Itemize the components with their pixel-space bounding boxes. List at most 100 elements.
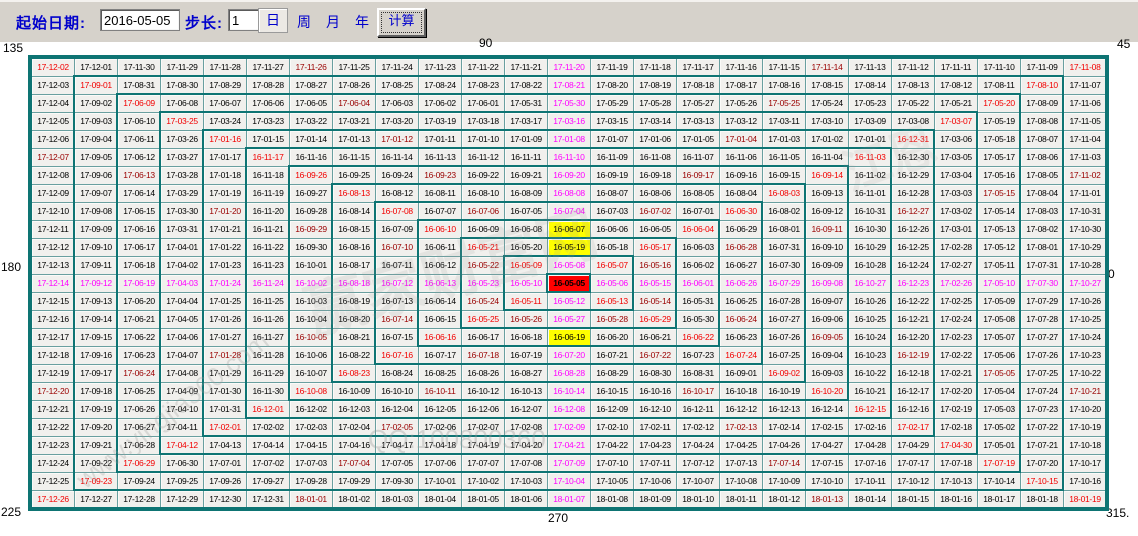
date-cell[interactable]: 17-04-17 <box>375 436 419 455</box>
date-cell[interactable]: 17-05-16 <box>977 166 1021 185</box>
calculate-button[interactable]: 计算 <box>377 8 426 37</box>
date-cell[interactable]: 16-10-17 <box>676 382 720 401</box>
date-cell[interactable]: 17-04-08 <box>160 364 204 383</box>
date-cell[interactable]: 17-11-04 <box>1063 130 1107 149</box>
date-cell[interactable]: 17-01-26 <box>203 310 247 329</box>
date-cell[interactable]: 17-08-30 <box>160 76 204 95</box>
date-cell[interactable]: 17-08-22 <box>504 76 548 95</box>
date-cell[interactable]: 16-11-01 <box>848 184 892 203</box>
date-cell[interactable]: 17-06-09 <box>117 94 161 113</box>
date-cell[interactable]: 17-09-15 <box>74 328 118 347</box>
date-cell[interactable]: 17-11-10 <box>977 58 1021 77</box>
date-cell[interactable]: 17-01-09 <box>504 130 548 149</box>
date-cell[interactable]: 17-09-04 <box>74 130 118 149</box>
date-cell[interactable]: 16-08-25 <box>418 364 462 383</box>
date-cell[interactable]: 16-09-01 <box>719 364 763 383</box>
date-cell[interactable]: 18-01-16 <box>934 490 978 509</box>
date-cell[interactable]: 16-09-16 <box>719 166 763 185</box>
date-cell[interactable]: 17-05-06 <box>977 346 1021 365</box>
date-cell[interactable]: 17-10-01 <box>418 472 462 491</box>
date-cell[interactable]: 17-03-10 <box>805 112 849 131</box>
date-cell[interactable]: 16-12-12 <box>719 400 763 419</box>
date-cell[interactable]: 17-01-10 <box>461 130 505 149</box>
date-cell[interactable]: 17-07-04 <box>332 454 376 473</box>
date-cell[interactable]: 17-09-08 <box>74 202 118 221</box>
date-cell[interactable]: 16-09-12 <box>805 202 849 221</box>
date-cell[interactable]: 17-10-21 <box>1063 382 1107 401</box>
date-cell[interactable]: 17-08-09 <box>1020 94 1064 113</box>
date-cell[interactable]: 16-07-05 <box>504 202 548 221</box>
date-cell[interactable]: 17-08-18 <box>676 76 720 95</box>
date-cell[interactable]: 16-12-10 <box>633 400 677 419</box>
date-cell[interactable]: 17-08-13 <box>891 76 935 95</box>
date-cell[interactable]: 17-10-06 <box>633 472 677 491</box>
date-cell[interactable]: 17-07-07 <box>461 454 505 473</box>
date-cell[interactable]: 16-09-03 <box>805 364 849 383</box>
date-cell[interactable]: 17-02-18 <box>934 418 978 437</box>
date-cell[interactable]: 16-05-22 <box>461 256 505 275</box>
date-cell[interactable]: 17-06-24 <box>117 364 161 383</box>
date-cell[interactable]: 17-10-27 <box>1063 274 1107 293</box>
date-cell[interactable]: 17-04-07 <box>160 346 204 365</box>
date-cell[interactable]: 17-12-16 <box>31 310 75 329</box>
date-cell[interactable]: 16-05-10 <box>504 274 548 293</box>
date-cell[interactable]: 16-10-13 <box>504 382 548 401</box>
date-cell[interactable]: 16-11-11 <box>504 148 548 167</box>
date-cell[interactable]: 16-12-14 <box>805 400 849 419</box>
date-cell[interactable]: 16-12-21 <box>891 310 935 329</box>
date-cell[interactable]: 16-10-20 <box>805 382 849 401</box>
date-cell[interactable]: 16-10-18 <box>719 382 763 401</box>
date-cell[interactable]: 16-11-03 <box>848 148 892 167</box>
date-cell[interactable]: 16-10-06 <box>289 346 333 365</box>
date-cell[interactable]: 17-12-17 <box>31 328 75 347</box>
date-cell[interactable]: 16-06-23 <box>719 328 763 347</box>
date-cell[interactable]: 17-09-12 <box>74 274 118 293</box>
date-cell[interactable]: 17-11-11 <box>934 58 978 77</box>
date-cell[interactable]: 16-09-18 <box>633 166 677 185</box>
date-cell[interactable]: 16-11-26 <box>246 310 290 329</box>
date-cell[interactable]: 17-04-30 <box>934 436 978 455</box>
date-cell[interactable]: 16-09-29 <box>289 220 333 239</box>
date-cell[interactable]: 17-08-31 <box>117 76 161 95</box>
date-cell[interactable]: 17-02-05 <box>375 418 419 437</box>
date-cell[interactable]: 16-08-03 <box>762 184 806 203</box>
date-cell[interactable]: 16-09-23 <box>418 166 462 185</box>
date-cell[interactable]: 17-05-07 <box>977 328 1021 347</box>
date-cell[interactable]: 17-11-19 <box>590 58 634 77</box>
date-cell[interactable]: 18-01-03 <box>375 490 419 509</box>
date-cell[interactable]: 16-05-19 <box>547 238 591 257</box>
date-cell[interactable]: 16-09-09 <box>805 256 849 275</box>
date-cell[interactable]: 17-06-05 <box>289 94 333 113</box>
date-cell[interactable]: 17-12-29 <box>160 490 204 509</box>
date-cell[interactable]: 17-11-14 <box>805 58 849 77</box>
date-cell[interactable]: 16-05-23 <box>461 274 505 293</box>
date-cell[interactable]: 17-08-15 <box>805 76 849 95</box>
date-cell[interactable]: 16-09-11 <box>805 220 849 239</box>
date-cell[interactable]: 16-10-02 <box>289 274 333 293</box>
date-cell[interactable]: 17-08-10 <box>1020 76 1064 95</box>
date-cell[interactable]: 16-09-14 <box>805 166 849 185</box>
date-cell[interactable]: 16-12-20 <box>891 328 935 347</box>
date-cell[interactable]: 16-10-15 <box>590 382 634 401</box>
date-cell[interactable]: 16-06-03 <box>676 238 720 257</box>
date-cell[interactable]: 17-09-20 <box>74 418 118 437</box>
date-cell[interactable]: 17-07-30 <box>1020 274 1064 293</box>
date-cell[interactable]: 16-05-16 <box>633 256 677 275</box>
date-cell[interactable]: 17-07-19 <box>977 454 1021 473</box>
date-cell[interactable]: 17-08-07 <box>1020 130 1064 149</box>
date-cell[interactable]: 17-10-20 <box>1063 400 1107 419</box>
date-cell[interactable]: 17-01-28 <box>203 346 247 365</box>
date-cell[interactable]: 16-12-17 <box>891 382 935 401</box>
date-cell[interactable]: 16-12-23 <box>891 274 935 293</box>
date-cell[interactable]: 16-09-04 <box>805 346 849 365</box>
date-cell[interactable]: 17-09-21 <box>74 436 118 455</box>
date-cell[interactable]: 16-06-17 <box>461 328 505 347</box>
date-cell[interactable]: 16-07-27 <box>762 310 806 329</box>
date-cell[interactable]: 16-07-18 <box>461 346 505 365</box>
date-cell[interactable]: 17-10-23 <box>1063 346 1107 365</box>
date-cell[interactable]: 16-07-16 <box>375 346 419 365</box>
date-cell[interactable]: 16-10-27 <box>848 274 892 293</box>
date-cell[interactable]: 17-08-05 <box>1020 166 1064 185</box>
date-cell[interactable]: 16-05-18 <box>590 238 634 257</box>
date-cell[interactable]: 17-11-03 <box>1063 148 1107 167</box>
